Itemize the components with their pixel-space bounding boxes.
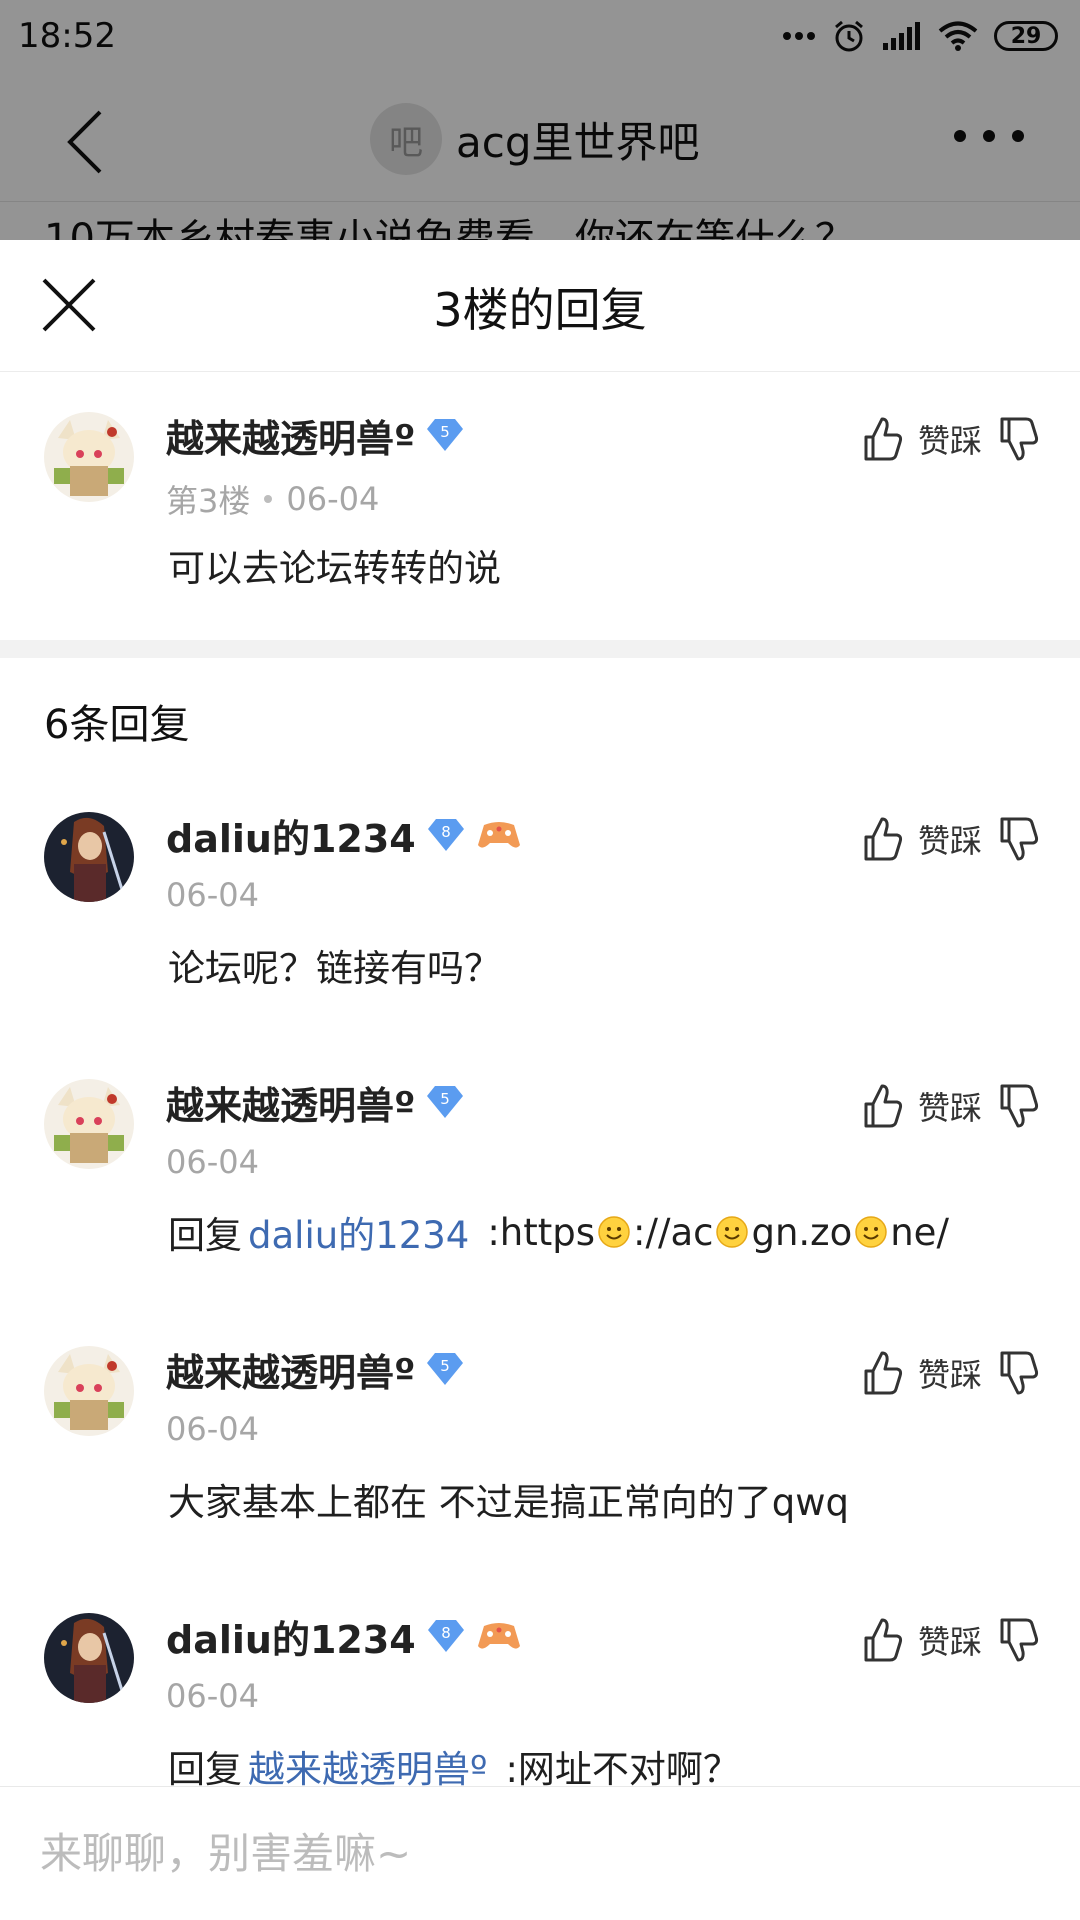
- reply-content: 大家基本上都在 不过是搞正常向的了qwq: [168, 1481, 849, 1524]
- thumb-up-icon[interactable]: [860, 415, 904, 463]
- level-badge-icon: 8: [427, 819, 464, 851]
- user-line: daliu的1234 8: [166, 1609, 522, 1664]
- user-line: 越来越透明兽º 5: [166, 1075, 465, 1130]
- avatar[interactable]: [44, 812, 134, 902]
- sheet-title: 3楼的回复: [433, 283, 647, 337]
- reply-text-part: ne/: [890, 1210, 949, 1254]
- user-line: 越来越透明兽º 5: [166, 408, 465, 463]
- reply-item[interactable]: daliu的1234 8 06-04 论坛呢？链接有吗？ 赞踩: [0, 772, 1080, 1012]
- mention-link[interactable]: 越来越透明兽º: [248, 1739, 487, 1793]
- vote-label: 赞踩: [917, 422, 982, 460]
- reply-text-part: gn.zo: [751, 1210, 853, 1254]
- vote-label: 赞踩: [917, 1623, 982, 1661]
- reply-item[interactable]: daliu的1234 8 06-04 回复 越来越透明兽º :网址不对啊？ 赞踩: [0, 1573, 1080, 1813]
- vote-actions: 赞踩: [860, 414, 1040, 464]
- level-number: 5: [441, 1357, 451, 1375]
- reply-prefix: 回复: [168, 1748, 242, 1791]
- reply-text-part: :https: [487, 1210, 596, 1254]
- thumb-down-icon[interactable]: [996, 1082, 1040, 1130]
- background-page: 18:52 29 吧 acg里世界吧 10万本乡村春事小说免费看，你还在等什么？: [0, 0, 1080, 240]
- vote-label: 赞踩: [917, 1356, 982, 1394]
- username[interactable]: daliu的1234: [166, 808, 416, 863]
- post-date: 06-04: [166, 1143, 259, 1181]
- section-divider: [0, 640, 1080, 658]
- thumb-up-icon[interactable]: [860, 815, 904, 863]
- reply-prefix: 回复: [168, 1214, 242, 1257]
- game-controller-icon: [477, 1623, 520, 1649]
- username[interactable]: 越来越透明兽º: [166, 408, 415, 463]
- vote-actions: 赞踩: [860, 1081, 1040, 1131]
- mention-link[interactable]: daliu的1234: [248, 1205, 469, 1259]
- username[interactable]: 越来越透明兽º: [166, 1075, 415, 1130]
- avatar[interactable]: [44, 412, 134, 502]
- user-line: 越来越透明兽º 5: [166, 1342, 465, 1397]
- post-meta: 06-04: [166, 876, 259, 914]
- level-badge-icon: 5: [427, 1353, 464, 1385]
- username[interactable]: daliu的1234: [166, 1609, 416, 1664]
- user-line: daliu的1234 8: [166, 808, 522, 863]
- vote-actions: 赞踩: [860, 814, 1040, 864]
- vote-label: 赞踩: [917, 822, 982, 860]
- post-meta: 06-04: [166, 1410, 259, 1448]
- vote-actions: 赞踩: [860, 1348, 1040, 1398]
- reply-input[interactable]: [40, 1811, 1040, 1895]
- post-content: 可以去论坛转转的说: [168, 547, 501, 590]
- vote-actions: 赞踩: [860, 1615, 1040, 1665]
- sheet-header: 3楼的回复: [0, 240, 1080, 372]
- thumb-up-icon[interactable]: [860, 1349, 904, 1397]
- reply-text: :网址不对啊？: [505, 1748, 740, 1791]
- thumb-down-icon[interactable]: [996, 1616, 1040, 1664]
- smile-emoji-icon: [855, 1216, 887, 1248]
- level-number: 5: [441, 1090, 451, 1108]
- avatar[interactable]: [44, 1613, 134, 1703]
- post-date: 06-04: [166, 1410, 259, 1448]
- post-meta: 06-04: [166, 1677, 259, 1715]
- reply-content: 论坛呢？链接有吗？: [168, 947, 501, 990]
- reply-count: 6条回复: [44, 702, 190, 748]
- username[interactable]: 越来越透明兽º: [166, 1342, 415, 1397]
- reply-content: 回复 越来越透明兽º :网址不对啊？: [168, 1739, 740, 1793]
- level-number: 5: [441, 423, 451, 441]
- game-controller-icon: [477, 822, 520, 848]
- reply-text-part: ://ac: [633, 1210, 714, 1254]
- reply-sheet: 3楼的回复 越来越透明兽º 5 第3楼 06-04 可以去论坛转转的说 赞踩 6…: [0, 240, 1080, 1920]
- meta-separator: [264, 495, 273, 503]
- level-badge-icon: 5: [427, 1086, 464, 1118]
- avatar[interactable]: [44, 1346, 134, 1436]
- reply-item[interactable]: 越来越透明兽º 5 06-04 回复 daliu的1234 :https ://…: [0, 1039, 1080, 1279]
- thumb-up-icon[interactable]: [860, 1616, 904, 1664]
- level-badge-icon: 5: [427, 419, 464, 451]
- level-badge-icon: 8: [427, 1620, 464, 1652]
- reply-content: 回复 daliu的1234 :https ://ac gn.zo ne/: [168, 1205, 949, 1259]
- post-meta: 第3楼 06-04: [166, 476, 379, 522]
- thumb-down-icon[interactable]: [996, 415, 1040, 463]
- avatar[interactable]: [44, 1079, 134, 1169]
- smile-emoji-icon: [716, 1216, 749, 1248]
- reply-item[interactable]: 越来越透明兽º 5 06-04 大家基本上都在 不过是搞正常向的了qwq 赞踩: [0, 1306, 1080, 1546]
- reply-input-bar: [0, 1786, 1080, 1920]
- smile-emoji-icon: [598, 1216, 630, 1248]
- level-number: 8: [441, 1624, 451, 1642]
- level-number: 8: [441, 823, 451, 841]
- post-date: 06-04: [166, 876, 259, 914]
- post-meta: 06-04: [166, 1143, 259, 1181]
- thumb-up-icon[interactable]: [860, 1082, 904, 1130]
- vote-label: 赞踩: [917, 1089, 982, 1127]
- main-post: 越来越透明兽º 5 第3楼 06-04 可以去论坛转转的说 赞踩: [0, 372, 1080, 642]
- thumb-down-icon[interactable]: [996, 1349, 1040, 1397]
- floor-label: 第3楼: [166, 482, 251, 520]
- dim-overlay[interactable]: [0, 0, 1080, 240]
- thumb-down-icon[interactable]: [996, 815, 1040, 863]
- post-date: 06-04: [286, 480, 380, 518]
- post-date: 06-04: [166, 1677, 259, 1715]
